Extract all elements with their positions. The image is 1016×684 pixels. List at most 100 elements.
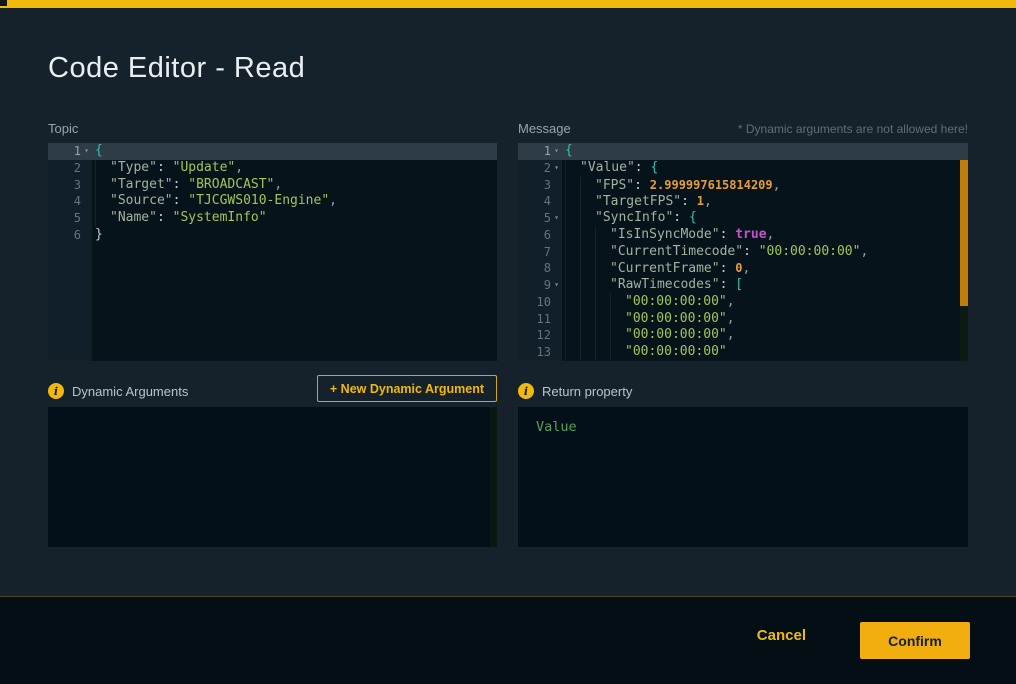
code-line[interactable]: 10 "00:00:00:00", <box>518 294 968 311</box>
gutter: 5 <box>48 210 92 227</box>
topic-code-editor[interactable]: 1▾{2"Type": "Update",3"Target": "BROADCA… <box>48 143 497 361</box>
line-number: 1 <box>48 143 81 160</box>
token-str: "00:00:00:00" <box>625 311 727 326</box>
token-key: "Target" <box>110 177 173 192</box>
code-line[interactable]: 3"Target": "BROADCAST", <box>48 177 497 194</box>
token-punc: , <box>742 261 750 276</box>
code-content: "00:00:00:00", <box>562 294 968 311</box>
dynamic-arguments-list <box>48 407 497 547</box>
token-str: "00:00:00:00" <box>625 344 727 359</box>
code-line[interactable]: 7"CurrentTimecode": "00:00:00:00", <box>518 244 968 261</box>
gutter: 3 <box>518 177 562 194</box>
token-punc: , <box>727 311 735 326</box>
code-content: "SyncInfo": { <box>562 210 968 227</box>
code-line[interactable]: 12"00:00:00:00", <box>518 327 968 344</box>
gutter: 1▾ <box>518 143 562 160</box>
fold-arrow-icon[interactable]: ▾ <box>81 143 92 160</box>
message-code-editor[interactable]: 1▾{2▾"Value": {3"FPS": 2.999997615814209… <box>518 143 968 361</box>
gutter: 6 <box>48 227 92 244</box>
token-light: : <box>720 261 736 276</box>
fold-arrow-icon[interactable]: ▾ <box>551 160 562 177</box>
return-property-value: Value <box>536 419 577 435</box>
token-key: "TargetFPS" <box>595 194 681 209</box>
topic-label: Topic <box>48 121 78 136</box>
fold-arrow-icon[interactable]: ▾ <box>551 277 562 294</box>
code-line[interactable]: 1▾{ <box>518 143 968 160</box>
gutter: 2 <box>48 160 92 177</box>
code-editor-dialog: Code Editor - Read Topic Message * Dynam… <box>0 0 1016 684</box>
dialog-footer: Cancel Confirm <box>0 596 1016 684</box>
token-key: "Value" <box>580 160 635 175</box>
gutter: 12 <box>518 327 562 344</box>
code-line[interactable]: 5▾"SyncInfo": { <box>518 210 968 227</box>
code-line[interactable]: 11 "00:00:00:00", <box>518 311 968 328</box>
code-line[interactable]: 6} <box>48 227 497 244</box>
indent-guide <box>580 311 595 328</box>
code-content: "00:00:00:00" <box>562 344 968 361</box>
dynamic-args-warning: * Dynamic arguments are not allowed here… <box>738 122 968 136</box>
code-content: "00:00:00:00", <box>562 327 968 344</box>
token-light: : <box>720 277 736 292</box>
token-key: "Source" <box>110 193 173 208</box>
fold-arrow-icon[interactable]: ▾ <box>551 210 562 227</box>
token-str: "SystemInfo" <box>173 210 267 225</box>
indent-guide <box>565 260 580 277</box>
line-number: 5 <box>48 210 81 227</box>
token-str: "Update" <box>173 160 236 175</box>
gutter: 4 <box>48 193 92 210</box>
indent-guide <box>565 160 580 177</box>
indent-guide <box>95 177 110 194</box>
token-str: "00:00:00:00" <box>625 327 727 342</box>
token-brace: { <box>650 160 658 175</box>
indent-guide <box>595 327 610 344</box>
line-number: 2 <box>48 160 81 177</box>
token-key: "FPS" <box>595 178 634 193</box>
confirm-button[interactable]: Confirm <box>860 622 970 659</box>
gutter: 5▾ <box>518 210 562 227</box>
line-number: 11 <box>518 311 551 328</box>
token-light: : <box>173 177 189 192</box>
return-property-editor[interactable]: Value <box>518 407 968 547</box>
gutter: 11 <box>518 311 562 328</box>
indent-guide <box>580 210 595 227</box>
indent-guide <box>565 193 580 210</box>
code-line[interactable]: 4"TargetFPS": 1, <box>518 193 968 210</box>
code-line[interactable]: 13"00:00:00:00" <box>518 344 968 361</box>
indent-guide <box>95 210 110 227</box>
token-str: "00:00:00:00" <box>759 244 861 259</box>
fold-arrow-icon[interactable]: ▾ <box>551 143 562 160</box>
line-number: 5 <box>518 210 551 227</box>
return-property-title: Return property <box>542 384 632 399</box>
token-punc: , <box>767 227 775 242</box>
line-number: 6 <box>518 227 551 244</box>
cancel-button[interactable]: Cancel <box>751 626 812 645</box>
code-line[interactable]: 2▾"Value": { <box>518 160 968 177</box>
indent-guide <box>610 327 625 344</box>
code-line[interactable]: 1▾{ <box>48 143 497 160</box>
token-brace: { <box>565 143 573 158</box>
code-line[interactable]: 3"FPS": 2.999997615814209, <box>518 177 968 194</box>
code-line[interactable]: 4"Source": "TJCGWS010-Engine", <box>48 193 497 210</box>
return-property-header: i Return property <box>518 377 968 405</box>
line-number: 10 <box>518 294 551 311</box>
code-line[interactable]: 9▾"RawTimecodes": [ <box>518 277 968 294</box>
new-dynamic-argument-button[interactable]: + New Dynamic Argument <box>317 375 497 402</box>
token-punc: , <box>727 294 735 309</box>
gutter: 10 <box>518 294 562 311</box>
indent-guide <box>565 327 580 344</box>
gutter: 7 <box>518 244 562 261</box>
code-line[interactable]: 5"Name": "SystemInfo" <box>48 210 497 227</box>
message-label: Message <box>518 121 571 136</box>
token-light: : <box>157 210 173 225</box>
indent-guide <box>610 344 625 361</box>
gutter: 1▾ <box>48 143 92 160</box>
indent-guide <box>565 311 580 328</box>
code-content: "RawTimecodes": [ <box>562 277 968 294</box>
code-line[interactable]: 2"Type": "Update", <box>48 160 497 177</box>
code-content: "00:00:00:00", <box>562 311 968 328</box>
code-line[interactable]: 8"CurrentFrame": 0, <box>518 260 968 277</box>
line-number: 8 <box>518 260 551 277</box>
gutter: 2▾ <box>518 160 562 177</box>
token-bool: true <box>735 227 766 242</box>
code-line[interactable]: 6"IsInSyncMode": true, <box>518 227 968 244</box>
